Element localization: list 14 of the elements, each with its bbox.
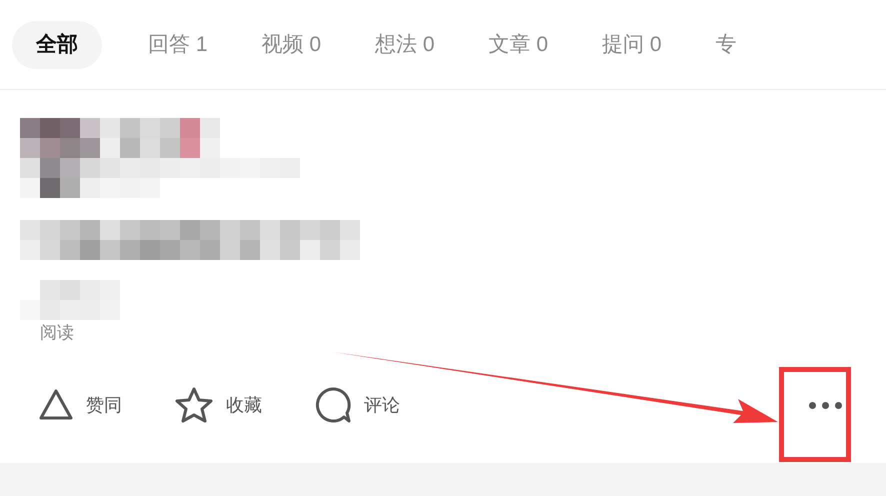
action-button[interactable]: 赞同	[38, 388, 122, 422]
star-icon	[174, 386, 214, 424]
tab[interactable]: 回答 1	[140, 20, 216, 68]
triangle-icon	[38, 388, 74, 422]
read-count-text: 阅读	[40, 324, 75, 341]
speech-bubble-icon	[314, 386, 352, 424]
tab[interactable]: 专	[708, 20, 745, 68]
tab[interactable]: 提问 0	[594, 20, 670, 68]
tab[interactable]: 想法 0	[367, 20, 443, 68]
action-button[interactable]: 评论	[314, 386, 400, 424]
tab[interactable]: 全部	[12, 20, 102, 68]
tab[interactable]: 文章 0	[480, 20, 556, 68]
action-button[interactable]: 收藏	[174, 386, 262, 424]
tab[interactable]: 视频 0	[254, 20, 330, 68]
